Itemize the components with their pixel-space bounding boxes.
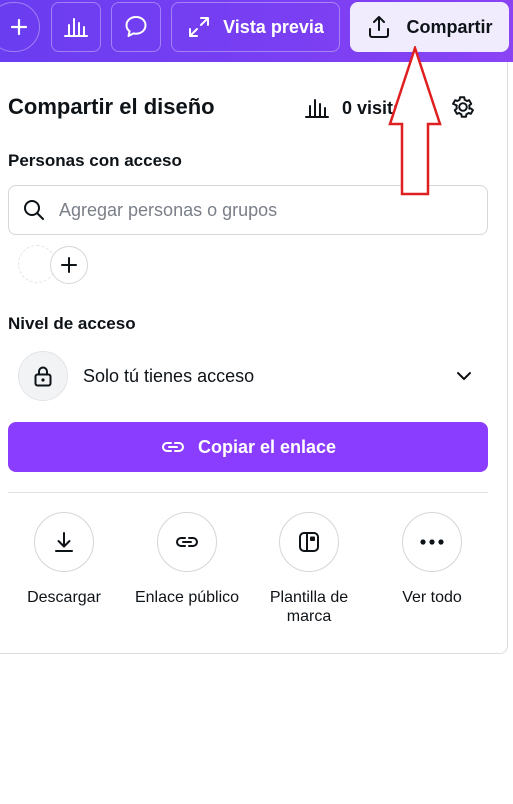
copy-link-label: Copiar el enlace — [197, 436, 337, 457]
share-button[interactable]: Compartir — [350, 2, 509, 52]
chevron-down-icon — [457, 372, 471, 380]
share-label: Compartir — [406, 16, 493, 37]
template-icon — [279, 512, 339, 572]
download-action[interactable]: Descargar — [2, 512, 126, 607]
stats-icon — [305, 99, 329, 118]
comment-icon — [125, 16, 147, 37]
link-icon — [161, 442, 184, 452]
add-person-button[interactable] — [50, 246, 88, 284]
add-button[interactable] — [0, 2, 40, 52]
people-avatars — [18, 245, 98, 285]
expand-icon — [189, 17, 210, 37]
see-all-action[interactable]: Ver todo — [370, 512, 494, 607]
panel-title: Compartir el diseño — [8, 94, 215, 119]
public-link-label: Enlace público — [134, 589, 240, 606]
download-icon — [34, 512, 94, 572]
brand-template-action[interactable]: Plantilla de marca — [247, 512, 371, 626]
public-link-action[interactable]: Enlace público — [125, 512, 249, 607]
access-level-dropdown[interactable]: Solo tú tienes acceso — [8, 348, 488, 404]
divider — [8, 492, 488, 493]
access-level-value: Solo tú tienes acceso — [83, 365, 255, 386]
search-input[interactable] — [59, 199, 459, 221]
search-icon — [9, 198, 59, 222]
lock-icon — [18, 351, 68, 401]
preview-button[interactable]: Vista previa — [171, 2, 340, 52]
copy-link-button[interactable]: Copiar el enlace — [8, 422, 488, 472]
gear-icon[interactable] — [450, 94, 476, 120]
people-section-label: Personas con acceso — [8, 151, 182, 170]
plus-icon — [61, 257, 77, 273]
download-label: Descargar — [27, 589, 101, 606]
brand-template-label: Plantilla de marca — [269, 589, 349, 625]
upload-icon — [369, 16, 390, 38]
preview-label: Vista previa — [223, 16, 324, 37]
stats-icon — [64, 18, 88, 37]
more-icon — [402, 512, 462, 572]
see-all-label: Ver todo — [402, 589, 462, 606]
access-section-label: Nivel de acceso — [8, 314, 136, 333]
plus-icon — [10, 18, 28, 36]
link-icon — [157, 512, 217, 572]
red-arrow-annotation — [388, 46, 442, 196]
insights-button[interactable] — [51, 2, 101, 52]
comment-button[interactable] — [111, 2, 161, 52]
